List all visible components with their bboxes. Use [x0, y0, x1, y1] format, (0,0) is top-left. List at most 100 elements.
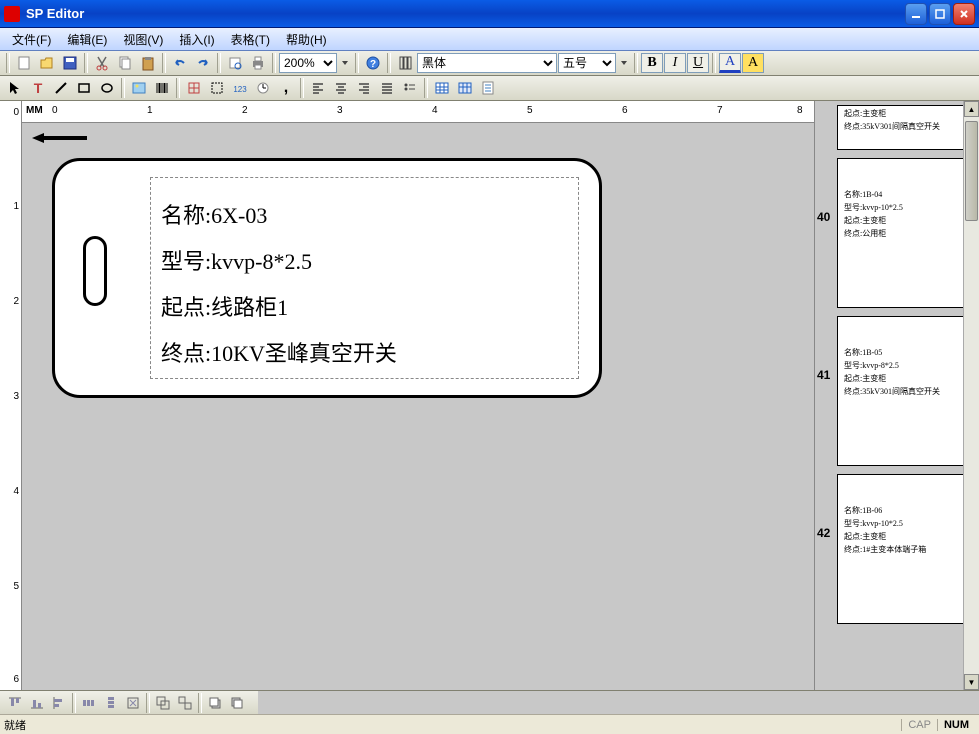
thumbnail-item[interactable]: 42名称:1B-06型号:kvvp-10*2.5起点:主变柜终点:1#主变本体端… [819, 474, 975, 624]
align-top-button[interactable] [4, 692, 26, 714]
numbering-tool[interactable]: 123 [229, 77, 251, 99]
svg-text:T: T [34, 80, 43, 96]
italic-button[interactable]: I [664, 53, 686, 73]
thumbnail-line: 终点:公用柜 [844, 228, 960, 239]
same-size-button[interactable] [122, 692, 144, 714]
comma-tool[interactable]: , [275, 77, 297, 99]
menubar: 文件(F) 编辑(E) 视图(V) 插入(I) 表格(T) 帮助(H) [0, 28, 979, 51]
thumbnail-item[interactable]: 41名称:1B-05型号:kvvp-8*2.5起点:主变柜终点:35kV301间… [819, 316, 975, 466]
clock-tool[interactable] [252, 77, 274, 99]
new-button[interactable] [13, 52, 35, 74]
titlebar: SP Editor [0, 0, 979, 28]
menu-edit[interactable]: 编辑(E) [59, 29, 115, 50]
open-button[interactable] [36, 52, 58, 74]
thumbnail-line: 型号:kvvp-10*2.5 [844, 518, 960, 529]
thumbnail-preview[interactable]: 名称:1B-06型号:kvvp-10*2.5起点:主变柜终点:1#主变本体端子箱 [837, 474, 967, 624]
scroll-thumb[interactable] [965, 121, 978, 221]
line-tool[interactable] [50, 77, 72, 99]
menu-table[interactable]: 表格(T) [223, 29, 278, 50]
pointer-tool[interactable] [4, 77, 26, 99]
size-dropdown-button[interactable] [617, 52, 631, 74]
paste-button[interactable] [137, 52, 159, 74]
distribute-h-button[interactable] [78, 692, 100, 714]
cut-button[interactable] [91, 52, 113, 74]
ellipse-tool[interactable] [96, 77, 118, 99]
card-line-start: 起点:线路柜1 [161, 290, 568, 322]
bring-front-button[interactable] [204, 692, 226, 714]
ungroup-button[interactable] [174, 692, 196, 714]
font-combo[interactable]: 黑体 [417, 53, 557, 73]
table-button[interactable] [431, 77, 453, 99]
horizontal-ruler: MM 0 1 2 3 4 5 6 7 8 [22, 101, 814, 123]
menu-insert[interactable]: 插入(I) [171, 29, 222, 50]
statusbar: 就绪 CAP NUM [0, 714, 979, 734]
text-tool[interactable]: T [27, 77, 49, 99]
distribute-v-button[interactable] [100, 692, 122, 714]
thumbnail-line: 型号:kvvp-10*2.5 [844, 202, 960, 213]
columns-button[interactable] [394, 52, 416, 74]
scrollbar-vertical[interactable]: ▲ ▼ [963, 101, 979, 690]
align-vleft-button[interactable] [48, 692, 70, 714]
highlight-button[interactable]: A [742, 53, 764, 73]
menu-help[interactable]: 帮助(H) [278, 29, 335, 50]
align-left-button[interactable] [307, 77, 329, 99]
bottom-toolbar [0, 690, 979, 714]
thumbnail-line: 起点:主变柜 [844, 373, 960, 384]
print-button[interactable] [247, 52, 269, 74]
thumbnail-line: 终点:1#主变本体端子箱 [844, 544, 960, 555]
align-right-button[interactable] [353, 77, 375, 99]
bullets-button[interactable] [399, 77, 421, 99]
window-title: SP Editor [26, 6, 905, 21]
group-button[interactable] [152, 692, 174, 714]
thumbnail-preview[interactable]: 名称:1B-05型号:kvvp-8*2.5起点:主变柜终点:35kV301间隔真… [837, 316, 967, 466]
thumbnail-item[interactable]: 40名称:1B-04型号:kvvp-10*2.5起点:主变柜终点:公用柜 [819, 158, 975, 308]
zoom-dropdown-button[interactable] [338, 52, 352, 74]
align-center-button[interactable] [330, 77, 352, 99]
barcode-tool[interactable] [151, 77, 173, 99]
table2-button[interactable] [454, 77, 476, 99]
properties-button[interactable] [477, 77, 499, 99]
menu-view[interactable]: 视图(V) [115, 29, 171, 50]
redo-button[interactable] [192, 52, 214, 74]
card-hole [83, 236, 107, 306]
card-line-end: 终点:10KV圣峰真空开关 [161, 336, 568, 368]
select-tool[interactable] [206, 77, 228, 99]
rect-tool[interactable] [73, 77, 95, 99]
thumbnail-line: 名称:1B-06 [844, 505, 960, 516]
thumbnail-line: 终点:35kV301间隔真空开关 [844, 121, 960, 132]
svg-text:?: ? [370, 59, 376, 70]
card-text-frame[interactable]: 名称:6X-03 型号:kvvp-8*2.5 起点:线路柜1 终点:10KV圣峰… [150, 177, 579, 379]
help-button[interactable]: ? [362, 52, 384, 74]
scroll-up-button[interactable]: ▲ [964, 101, 979, 117]
fontcolor-button[interactable]: A [719, 53, 741, 73]
image-tool[interactable] [128, 77, 150, 99]
thumbnail-item[interactable]: 起点:主变柜终点:35kV301间隔真空开关 [819, 105, 975, 150]
bold-button[interactable]: B [641, 53, 663, 73]
size-combo[interactable]: 五号 [558, 53, 616, 73]
thumbnail-preview[interactable]: 起点:主变柜终点:35kV301间隔真空开关 [837, 105, 967, 150]
undo-button[interactable] [169, 52, 191, 74]
maximize-button[interactable] [929, 3, 951, 25]
canvas[interactable]: 名称:6X-03 型号:kvvp-8*2.5 起点:线路柜1 终点:10KV圣峰… [22, 123, 814, 690]
close-button[interactable] [953, 3, 975, 25]
align-justify-button[interactable] [376, 77, 398, 99]
scroll-down-button[interactable]: ▼ [964, 674, 979, 690]
copy-button[interactable] [114, 52, 136, 74]
minimize-button[interactable] [905, 3, 927, 25]
underline-button[interactable]: U [687, 53, 709, 73]
vertical-ruler: 0 1 2 3 4 5 6 [0, 101, 22, 690]
save-button[interactable] [59, 52, 81, 74]
print-preview-button[interactable] [224, 52, 246, 74]
send-back-button[interactable] [226, 692, 248, 714]
thumbnail-preview[interactable]: 名称:1B-04型号:kvvp-10*2.5起点:主变柜终点:公用柜 [837, 158, 967, 308]
menu-file[interactable]: 文件(F) [4, 29, 59, 50]
thumbnail-line: 名称:1B-05 [844, 347, 960, 358]
align-bottom-button[interactable] [26, 692, 48, 714]
app-icon [4, 6, 20, 22]
thumbnail-line: 型号:kvvp-8*2.5 [844, 360, 960, 371]
zoom-combo[interactable]: 200% [279, 53, 337, 73]
card-line-model: 型号:kvvp-8*2.5 [161, 244, 568, 276]
card-line-name: 名称:6X-03 [161, 198, 568, 230]
label-card[interactable]: 名称:6X-03 型号:kvvp-8*2.5 起点:线路柜1 终点:10KV圣峰… [52, 158, 602, 398]
grid-tool[interactable] [183, 77, 205, 99]
